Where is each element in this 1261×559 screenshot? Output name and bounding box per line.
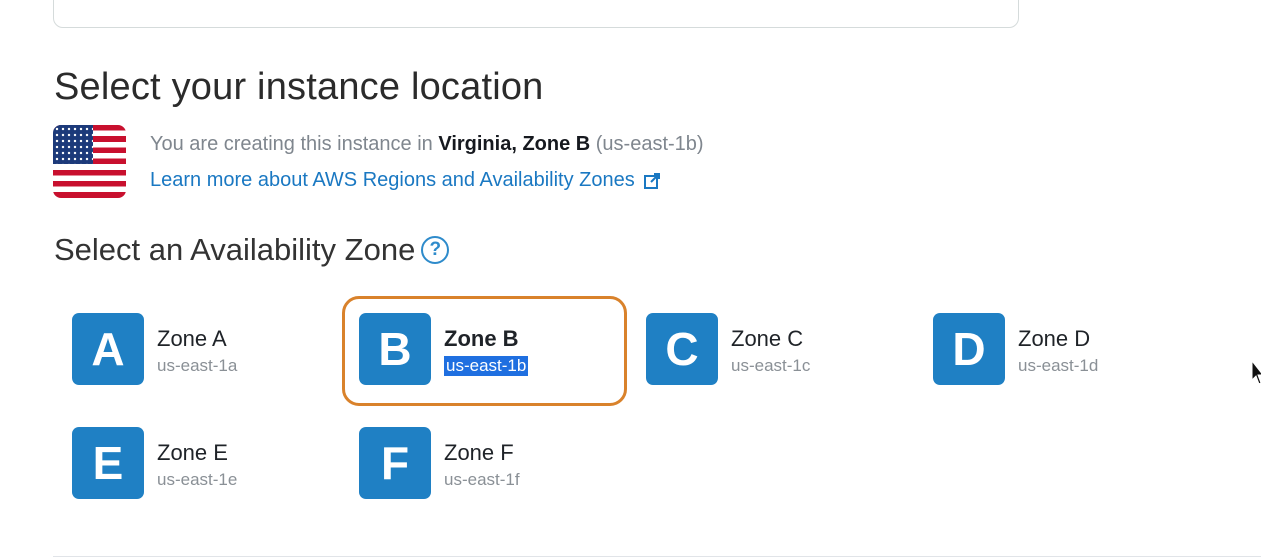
zone-b-badge: B xyxy=(359,313,431,385)
zone-d-name: Zone D xyxy=(1018,326,1091,351)
location-description: You are creating this instance in Virgin… xyxy=(150,133,704,156)
zone-e-option[interactable]: E Zone E us-east-1e xyxy=(55,410,325,500)
availability-zone-title: Select an Availability Zone xyxy=(54,232,416,267)
zone-c-badge: C xyxy=(646,313,718,385)
zone-f-name: Zone F xyxy=(444,440,514,465)
location-suffix: (us-east-1b) xyxy=(590,133,704,155)
zone-e-name: Zone E xyxy=(157,440,228,465)
zone-c-code: us-east-1c xyxy=(731,356,811,375)
zone-c-option[interactable]: C Zone C us-east-1c xyxy=(629,296,899,386)
zone-b-name: Zone B xyxy=(444,326,519,351)
learn-more-link[interactable]: Learn more about AWS Regions and Availab… xyxy=(150,169,661,192)
zone-a-option[interactable]: A Zone A us-east-1a xyxy=(55,296,325,386)
learn-more-label: Learn more about AWS Regions and Availab… xyxy=(150,169,635,191)
previous-section-card xyxy=(53,0,1019,28)
zone-d-option[interactable]: D Zone D us-east-1d xyxy=(916,296,1186,386)
zone-f-code: us-east-1f xyxy=(444,470,520,489)
availability-zone-heading: Select an Availability Zone ? xyxy=(54,232,450,268)
zone-a-name: Zone A xyxy=(157,326,227,351)
flag-canton xyxy=(53,125,93,164)
zone-b-option[interactable]: B Zone B us-east-1b xyxy=(342,296,627,406)
location-prefix: You are creating this instance in xyxy=(150,133,439,155)
external-link-icon xyxy=(643,172,660,189)
zone-d-code: us-east-1d xyxy=(1018,356,1099,375)
section-title: Select your instance location xyxy=(54,66,544,108)
section-divider xyxy=(53,556,1261,557)
mouse-cursor-icon xyxy=(1251,360,1261,385)
zone-f-badge: F xyxy=(359,427,431,499)
help-icon[interactable]: ? xyxy=(421,236,450,264)
zone-c-name: Zone C xyxy=(731,326,804,351)
zone-f-option[interactable]: F Zone F us-east-1f xyxy=(342,410,612,500)
zone-e-code: us-east-1e xyxy=(157,470,238,489)
zone-a-code: us-east-1a xyxy=(157,356,238,375)
us-flag-icon xyxy=(53,125,126,198)
zone-d-badge: D xyxy=(933,313,1005,385)
zone-e-badge: E xyxy=(72,427,144,499)
zone-a-badge: A xyxy=(72,313,144,385)
location-region-zone: Virginia, Zone B xyxy=(438,133,591,155)
zone-b-code: us-east-1b xyxy=(444,356,529,376)
